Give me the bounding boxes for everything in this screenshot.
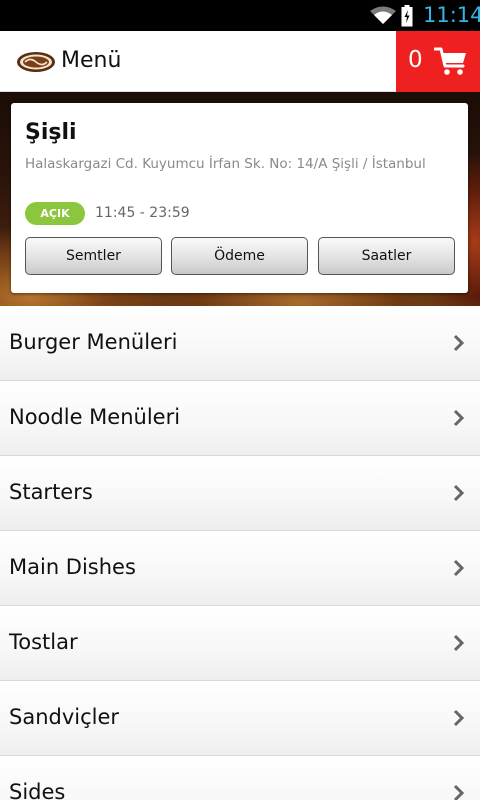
battery-charging-icon [401, 5, 413, 31]
page-title: Menü [61, 48, 122, 73]
menu-item-toasts[interactable]: Tostlar [0, 606, 480, 681]
menu-item-label: Starters [9, 480, 93, 504]
menu-list: Burger Menüleri Noodle Menüleri Starters… [0, 306, 480, 800]
cart-count: 0 [408, 47, 423, 73]
menu-item-sides[interactable]: Sides [0, 756, 480, 800]
branch-card: Şişli Halaskargazi Cd. Kuyumcu İrfan Sk.… [11, 103, 468, 293]
cart-button[interactable]: 0 [396, 31, 480, 92]
hours-button[interactable]: Saatler [318, 237, 455, 275]
chevron-right-icon [453, 409, 465, 431]
payment-button[interactable]: Ödeme [171, 237, 308, 275]
chevron-right-icon [453, 709, 465, 731]
status-time: 11:14 [423, 3, 480, 27]
districts-button[interactable]: Semtler [25, 237, 162, 275]
status-bar: 11:14 [0, 0, 480, 31]
menu-item-label: Sides [9, 780, 66, 800]
opening-hours: 11:45 - 23:59 [95, 205, 190, 221]
menu-item-main-dishes[interactable]: Main Dishes [0, 531, 480, 606]
wifi-icon [369, 5, 397, 29]
menu-item-label: Noodle Menüleri [9, 405, 181, 429]
status-badge: AÇIK [25, 202, 85, 225]
action-bar: Menü 0 [0, 31, 480, 92]
menu-item-sandwiches[interactable]: Sandviçler [0, 681, 480, 756]
menu-item-label: Tostlar [9, 630, 78, 654]
branch-address: Halaskargazi Cd. Kuyumcu İrfan Sk. No: 1… [25, 156, 426, 172]
branch-name: Şişli [25, 120, 77, 145]
menu-item-label: Burger Menüleri [9, 330, 178, 354]
chevron-right-icon [453, 634, 465, 656]
chevron-right-icon [453, 784, 465, 800]
cart-icon [433, 46, 468, 80]
menu-item-starters[interactable]: Starters [0, 456, 480, 531]
chevron-right-icon [453, 484, 465, 506]
app-screen: 11:14 Menü 0 Şişli Halaskargazi Cd. Kuyu… [0, 0, 480, 800]
menu-item-label: Sandviçler [9, 705, 120, 729]
menu-item-burger-menus[interactable]: Burger Menüleri [0, 306, 480, 381]
chevron-right-icon [453, 559, 465, 581]
menu-item-noodle-menus[interactable]: Noodle Menüleri [0, 381, 480, 456]
chevron-right-icon [453, 334, 465, 356]
menu-item-label: Main Dishes [9, 555, 136, 579]
cheers-logo[interactable] [16, 46, 56, 78]
